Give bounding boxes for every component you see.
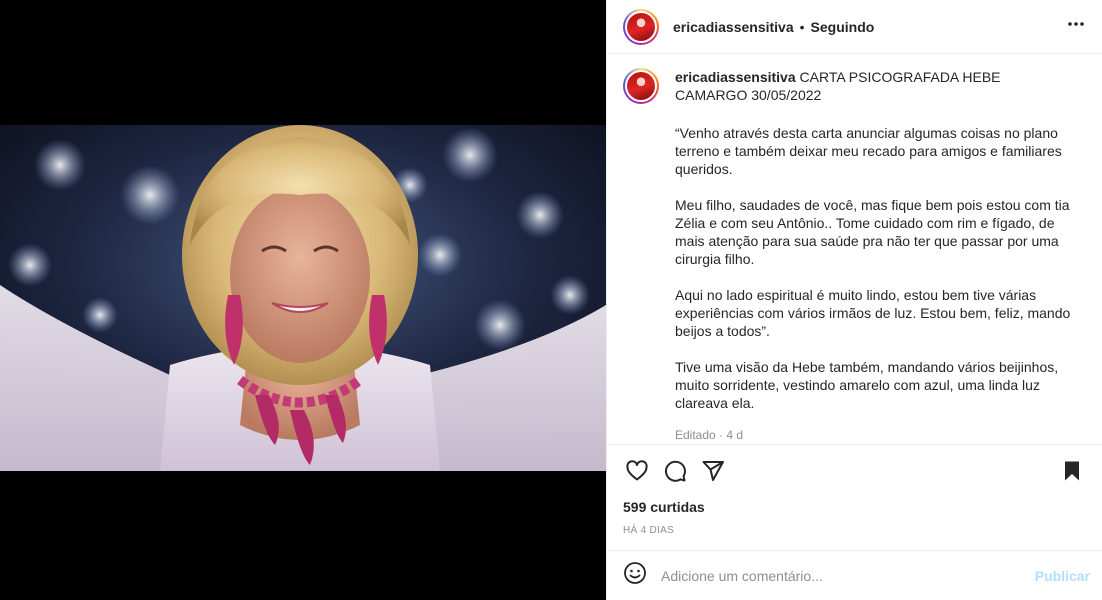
avatar-image <box>625 10 657 43</box>
caption-text: “Venho através desta carta anunciar algu… <box>675 124 1075 412</box>
woman-portrait-image <box>0 125 606 471</box>
username-link[interactable]: ericadiassensitiva <box>673 19 794 35</box>
edited-timestamp: Editado · 4 d <box>675 428 744 442</box>
following-button[interactable]: Seguindo <box>811 19 875 35</box>
comment-input[interactable] <box>661 567 1035 584</box>
post-dialog: ericadiassensitiva • Seguindo ericadiass… <box>0 0 1102 600</box>
emoji-icon[interactable] <box>623 561 647 590</box>
caption-paragraph: Aqui no lado espiritual é muito lindo, e… <box>675 287 1071 339</box>
action-section: 599 curtidas HÁ 4 DIAS <box>607 444 1102 550</box>
caption-paragraph: Tive uma visão da Hebe também, mandando … <box>675 359 1059 411</box>
post-photo[interactable] <box>0 125 606 471</box>
caption-avatar[interactable] <box>623 68 659 104</box>
publish-button[interactable]: Publicar <box>1035 568 1090 584</box>
post-header: ericadiassensitiva • Seguindo <box>607 0 1102 54</box>
caption-area[interactable]: ericadiassensitiva CARTA PSICOGRAFADA HE… <box>607 54 1102 444</box>
caption-paragraph: “Venho através desta carta anunciar algu… <box>675 125 1062 177</box>
comment-bubble-icon[interactable] <box>661 457 689 485</box>
share-paper-plane-icon[interactable] <box>699 457 727 485</box>
separator-dot: • <box>799 18 805 35</box>
avatar-image <box>625 70 657 102</box>
post-timestamp[interactable]: HÁ 4 DIAS <box>623 525 1086 536</box>
post-sidebar: ericadiassensitiva • Seguindo ericadiass… <box>606 0 1102 600</box>
post-media[interactable] <box>0 0 606 600</box>
avatar[interactable] <box>623 8 659 45</box>
like-heart-icon[interactable] <box>623 457 651 485</box>
action-bar <box>623 445 1086 497</box>
caption-paragraph: Meu filho, saudades de você, mas fique b… <box>675 197 1070 267</box>
comment-box: Publicar <box>607 550 1102 600</box>
likes-count[interactable]: 599 curtidas <box>623 499 1086 515</box>
more-options-icon[interactable] <box>1066 14 1086 39</box>
caption-username-link[interactable]: ericadiassensitiva <box>675 69 796 85</box>
save-bookmark-icon[interactable] <box>1058 457 1086 485</box>
